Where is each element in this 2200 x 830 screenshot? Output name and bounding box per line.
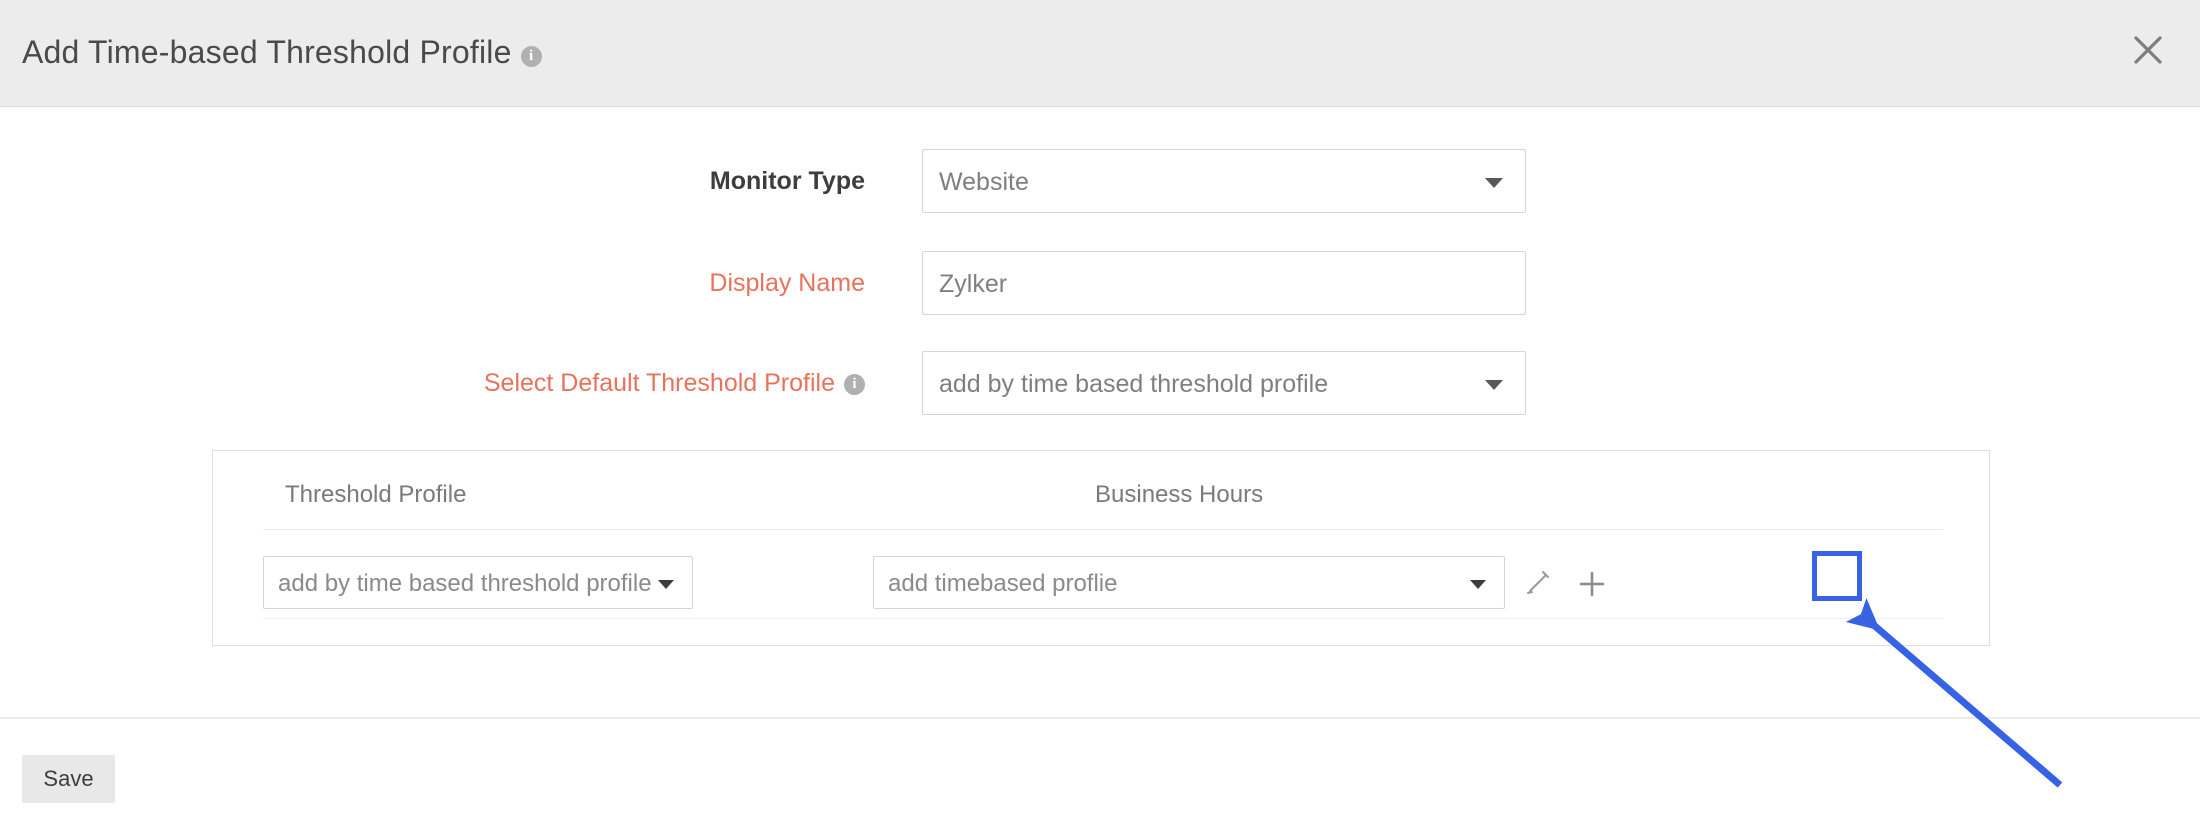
- chevron-down-icon: [1485, 380, 1503, 390]
- threshold-profile-mapping-panel: Threshold Profile Business Hours add by …: [212, 450, 1990, 646]
- display-name-field[interactable]: Zylker: [922, 251, 1526, 315]
- column-header-business-hours: Business Hours: [1095, 481, 1263, 509]
- default-threshold-profile-label: Select Default Threshold Profile i: [0, 351, 865, 415]
- panel-row-divider: [263, 618, 1943, 619]
- monitor-type-dropdown[interactable]: Website: [922, 149, 1526, 213]
- default-threshold-profile-value: add by time based threshold profile: [939, 352, 1328, 416]
- footer-divider: [0, 717, 2200, 719]
- threshold-profile-value: add by time based threshold profile: [278, 557, 652, 610]
- column-header-threshold-profile: Threshold Profile: [285, 481, 466, 509]
- threshold-profile-dropdown[interactable]: add by time based threshold profile: [263, 556, 693, 609]
- page-title-text: Add Time-based Threshold Profile: [22, 34, 512, 70]
- title-info-icon[interactable]: i: [521, 46, 542, 67]
- monitor-type-value: Website: [939, 150, 1029, 214]
- dialog-header: Add Time-based Threshold Profile i: [0, 0, 2200, 107]
- dialog-body: Monitor Type Website Display Name Zylker…: [0, 107, 2200, 717]
- display-name-value: Zylker: [939, 252, 1007, 316]
- display-name-label: Display Name: [0, 251, 865, 315]
- default-threshold-profile-info-icon[interactable]: i: [844, 374, 865, 395]
- business-hours-value: add timebased proflie: [888, 557, 1117, 610]
- monitor-type-label: Monitor Type: [0, 149, 865, 213]
- chevron-down-icon: [658, 580, 674, 589]
- page-title: Add Time-based Threshold Profile i: [22, 34, 542, 71]
- pencil-icon[interactable]: [1521, 566, 1555, 600]
- close-icon[interactable]: [2126, 28, 2170, 72]
- chevron-down-icon: [1485, 178, 1503, 188]
- plus-icon[interactable]: [1571, 563, 1613, 605]
- default-threshold-profile-label-text: Select Default Threshold Profile: [484, 369, 835, 397]
- chevron-down-icon: [1470, 580, 1486, 589]
- save-button[interactable]: Save: [22, 755, 115, 803]
- panel-header-divider: [263, 529, 1943, 530]
- form-row-display-name: Display Name Zylker: [0, 251, 2200, 315]
- business-hours-dropdown[interactable]: add timebased proflie: [873, 556, 1505, 609]
- form-row-default-threshold-profile: Select Default Threshold Profile i add by…: [0, 351, 2200, 415]
- default-threshold-profile-dropdown[interactable]: add by time based threshold profile: [922, 351, 1526, 415]
- form-row-monitor-type: Monitor Type Website: [0, 149, 2200, 213]
- add-time-based-threshold-profile-dialog: Add Time-based Threshold Profile i Monito…: [0, 0, 2200, 830]
